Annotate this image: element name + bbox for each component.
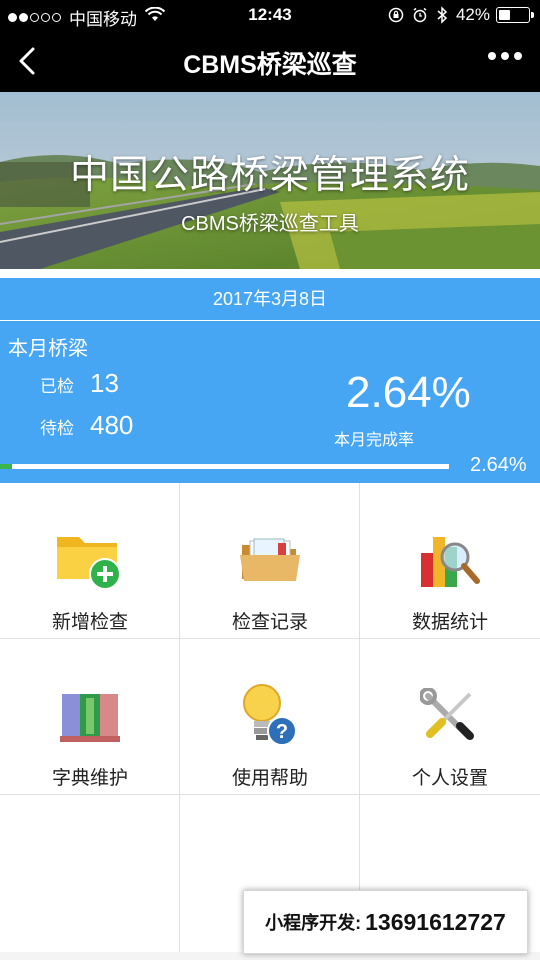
menu-item-help[interactable]: ? 使用帮助: [180, 639, 360, 795]
banner-image: 中国公路桥梁管理系统 CBMS桥梁巡查工具: [0, 92, 540, 269]
banner-title: 中国公路桥梁管理系统: [69, 154, 470, 197]
more-options-icon[interactable]: [483, 52, 522, 60]
menu-grid: 新增检查 检查记录 数据统计 字典维护 ? 使用帮助 个人设置: [0, 483, 540, 953]
alarm-icon: [412, 7, 428, 23]
developer-label: 小程序开发:: [265, 913, 362, 933]
battery-icon: [496, 7, 534, 23]
rotation-lock-icon: [388, 7, 404, 23]
pending-row: 待检 480: [40, 410, 133, 441]
nav-bar: CBMS桥梁巡查: [0, 30, 540, 92]
tools-icon: [420, 688, 474, 740]
banner-subtitle: CBMS桥梁巡查工具: [181, 213, 359, 235]
developer-contact-tag: 小程序开发: 13691612727: [243, 890, 528, 954]
checked-label: 已检: [40, 377, 74, 396]
menu-item-inspection-records[interactable]: 检查记录: [180, 483, 360, 639]
chart-magnifier-icon: [421, 537, 480, 587]
books-icon: [60, 694, 120, 742]
empty-cell: [0, 795, 180, 953]
progress-bar: [0, 464, 449, 469]
completion-percent: 2.64%: [346, 368, 471, 417]
stats-heading: 本月桥梁: [8, 338, 88, 360]
current-date: 2017年3月8日: [0, 278, 540, 321]
checked-count: 13: [90, 368, 119, 398]
completion-label: 本月完成率: [334, 432, 415, 449]
developer-phone: 13691612727: [365, 908, 506, 935]
menu-item-label: 字典维护: [51, 768, 128, 789]
status-bar: 中国移动 12:43 42%: [0, 0, 540, 30]
menu-item-label: 检查记录: [231, 612, 308, 633]
menu-item-statistics[interactable]: 数据统计: [360, 483, 540, 639]
page-title: CBMS桥梁巡查: [183, 51, 357, 79]
menu-item-label: 数据统计: [411, 612, 488, 633]
bluetooth-icon: [436, 6, 448, 24]
pending-label: 待检: [40, 419, 74, 438]
progress-fill: [0, 464, 12, 469]
lightbulb-help-icon: ?: [243, 684, 297, 746]
menu-item-personal-settings[interactable]: 个人设置: [360, 639, 540, 795]
menu-item-label: 新增检查: [51, 612, 128, 633]
checked-row: 已检 13: [40, 368, 119, 399]
menu-item-label: 使用帮助: [231, 768, 308, 789]
pending-count: 480: [90, 410, 134, 440]
menu-item-label: 个人设置: [411, 768, 488, 789]
progress-label: 2.64%: [470, 454, 527, 476]
folder-add-icon: [57, 537, 121, 590]
monthly-stats-panel: 2017年3月8日 本月桥梁 已检 13 待检 480 2.64% 本月完成率 …: [0, 278, 540, 483]
menu-item-new-inspection[interactable]: 新增检查: [0, 483, 180, 639]
svg-text:?: ?: [276, 721, 288, 743]
records-folder-icon: [240, 538, 300, 581]
battery-percent: 42%: [455, 5, 490, 24]
menu-item-dictionary[interactable]: 字典维护: [0, 639, 180, 795]
